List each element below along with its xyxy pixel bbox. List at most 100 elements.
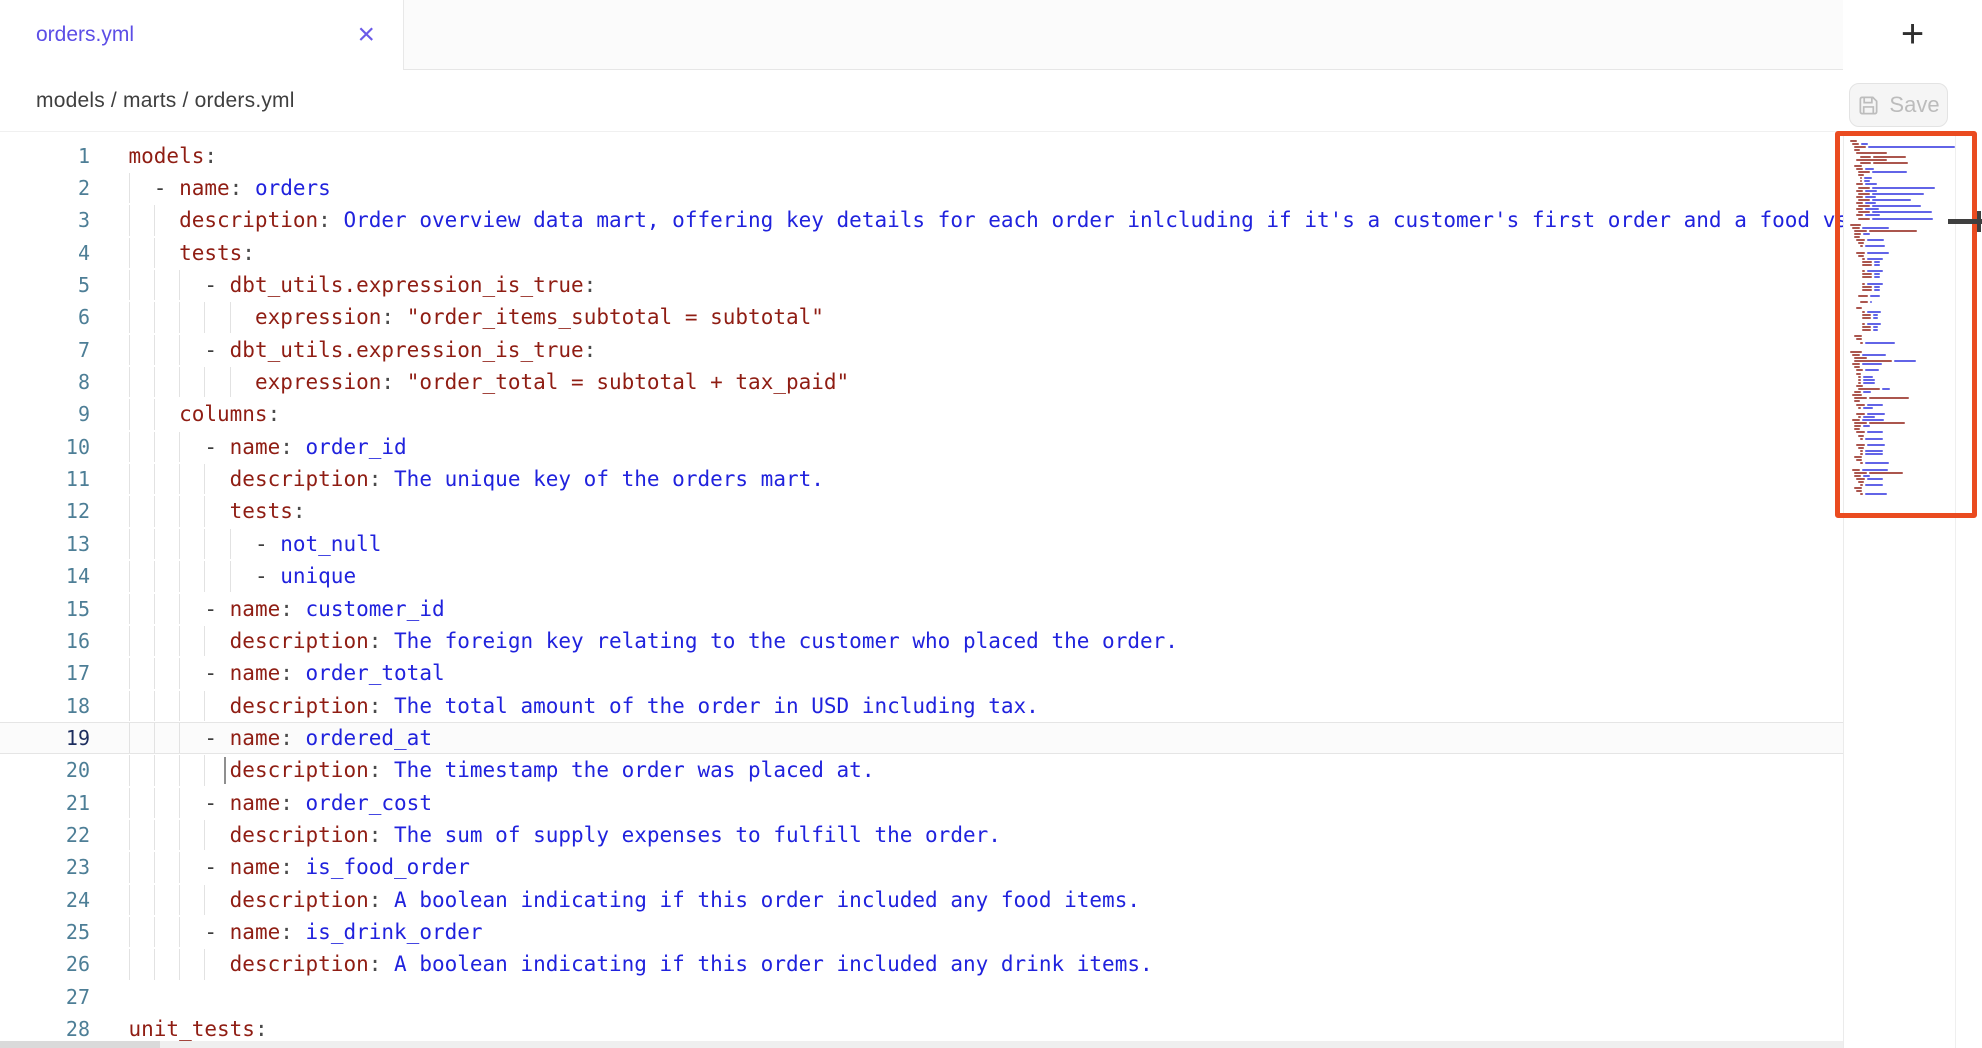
code-text: expression: "order_items_subtotal = subt… <box>129 301 824 333</box>
plus-icon[interactable]: + <box>1901 14 1924 54</box>
code-line-9[interactable]: 9 columns: <box>0 398 1843 430</box>
minimap-line <box>1850 447 1955 449</box>
indent-guide <box>129 820 130 850</box>
indent-guide <box>154 529 155 559</box>
minimap-line <box>1850 363 1955 365</box>
code-line-20[interactable]: 20 description: The timestamp the order … <box>0 754 1843 786</box>
indent-guide <box>129 367 130 397</box>
code-line-27[interactable]: 27 <box>0 981 1843 1013</box>
line-number: 24 <box>0 884 90 916</box>
minimap-line <box>1850 233 1955 235</box>
minimap-divider <box>1955 132 1956 1048</box>
minimap-line <box>1850 456 1955 458</box>
line-number: 10 <box>0 431 90 463</box>
indent-guide <box>179 788 180 818</box>
minimap-line <box>1850 478 1955 480</box>
minimap-line <box>1850 286 1955 288</box>
minimap-line <box>1850 444 1955 446</box>
code-line-11[interactable]: 11 description: The unique key of the or… <box>0 463 1843 495</box>
save-label: Save <box>1889 92 1939 118</box>
indent-guide <box>179 658 180 688</box>
line-number: 15 <box>0 593 90 625</box>
code-line-24[interactable]: 24 description: A boolean indicating if … <box>0 884 1843 916</box>
indent-guide <box>154 270 155 300</box>
minimap[interactable] <box>1843 132 1982 1048</box>
code-line-12[interactable]: 12 tests: <box>0 495 1843 527</box>
code-line-5[interactable]: 5 - dbt_utils.expression_is_true: <box>0 269 1843 301</box>
minimap-line <box>1850 326 1955 328</box>
line-number: 23 <box>0 851 90 883</box>
indent-guide <box>129 432 130 462</box>
minimap-line <box>1850 252 1955 254</box>
code-line-2[interactable]: 2 - name: orders <box>0 172 1843 204</box>
code-text: - name: is_food_order <box>129 851 470 883</box>
minimap-line <box>1850 397 1955 399</box>
code-line-8[interactable]: 8 expression: "order_total = subtotal + … <box>0 366 1843 398</box>
minimap-line <box>1850 487 1955 489</box>
code-line-21[interactable]: 21 - name: order_cost <box>0 787 1843 819</box>
minimap-line <box>1850 462 1955 464</box>
minimap-line <box>1850 453 1955 455</box>
minimap-line <box>1850 323 1955 325</box>
horizontal-scrollbar-thumb[interactable] <box>0 1041 160 1048</box>
indent-guide <box>129 529 130 559</box>
code-line-1[interactable]: 1models: <box>0 140 1843 172</box>
line-number: 4 <box>0 237 90 269</box>
indent-guide <box>204 691 205 721</box>
code-line-7[interactable]: 7 - dbt_utils.expression_is_true: <box>0 334 1843 366</box>
minimap-line <box>1850 373 1955 375</box>
indent-guide <box>129 949 130 979</box>
indent-guide <box>129 658 130 688</box>
code-line-3[interactable]: 3 description: Order overview data mart,… <box>0 204 1843 236</box>
annotation-dash-cap <box>1977 211 1981 232</box>
minimap-line <box>1850 431 1955 433</box>
line-number: 17 <box>0 657 90 689</box>
minimap-line <box>1850 379 1955 381</box>
indent-guide <box>129 302 130 332</box>
indent-guide <box>179 820 180 850</box>
code-text: - not_null <box>129 528 382 560</box>
code-line-16[interactable]: 16 description: The foreign key relating… <box>0 625 1843 657</box>
code-line-6[interactable]: 6 expression: "order_items_subtotal = su… <box>0 301 1843 333</box>
indent-guide <box>154 917 155 947</box>
code-line-13[interactable]: 13 - not_null <box>0 528 1843 560</box>
minimap-line <box>1850 190 1955 192</box>
minimap-line <box>1850 351 1955 353</box>
code-editor[interactable]: 1models:2 - name: orders3 description: O… <box>0 132 1843 1048</box>
code-line-15[interactable]: 15 - name: customer_id <box>0 593 1843 625</box>
code-text: description: The unique key of the order… <box>129 463 824 495</box>
code-line-10[interactable]: 10 - name: order_id <box>0 431 1843 463</box>
code-line-17[interactable]: 17 - name: order_total <box>0 657 1843 689</box>
minimap-line <box>1850 273 1955 275</box>
indent-guide <box>154 464 155 494</box>
close-icon[interactable]: × <box>357 20 375 50</box>
save-button[interactable]: Save <box>1849 83 1948 127</box>
indent-guide <box>230 302 231 332</box>
code-line-19[interactable]: 19 - name: ordered_at <box>0 722 1843 754</box>
minimap-line <box>1850 416 1955 418</box>
tab-orders-yml[interactable]: orders.yml × <box>0 0 403 70</box>
minimap-line <box>1850 205 1955 207</box>
code-line-25[interactable]: 25 - name: is_drink_order <box>0 916 1843 948</box>
code-text: - name: customer_id <box>129 593 445 625</box>
indent-guide <box>179 496 180 526</box>
indent-guide <box>179 335 180 365</box>
code-line-18[interactable]: 18 description: The total amount of the … <box>0 690 1843 722</box>
minimap-line <box>1850 196 1955 198</box>
code-text: expression: "order_total = subtotal + ta… <box>129 366 850 398</box>
tab-title: orders.yml <box>36 23 134 47</box>
line-number: 13 <box>0 528 90 560</box>
code-line-14[interactable]: 14 - unique <box>0 560 1843 592</box>
minimap-line <box>1850 193 1955 195</box>
indent-guide <box>230 561 231 591</box>
line-number: 8 <box>0 366 90 398</box>
indent-guide <box>179 529 180 559</box>
code-line-26[interactable]: 26 description: A boolean indicating if … <box>0 948 1843 980</box>
code-line-22[interactable]: 22 description: The sum of supply expens… <box>0 819 1843 851</box>
code-line-23[interactable]: 23 - name: is_food_order <box>0 851 1843 883</box>
indent-guide <box>179 367 180 397</box>
code-text: description: The total amount of the ord… <box>129 690 1039 722</box>
code-line-4[interactable]: 4 tests: <box>0 237 1843 269</box>
indent-guide <box>129 238 130 268</box>
indent-guide <box>154 788 155 818</box>
